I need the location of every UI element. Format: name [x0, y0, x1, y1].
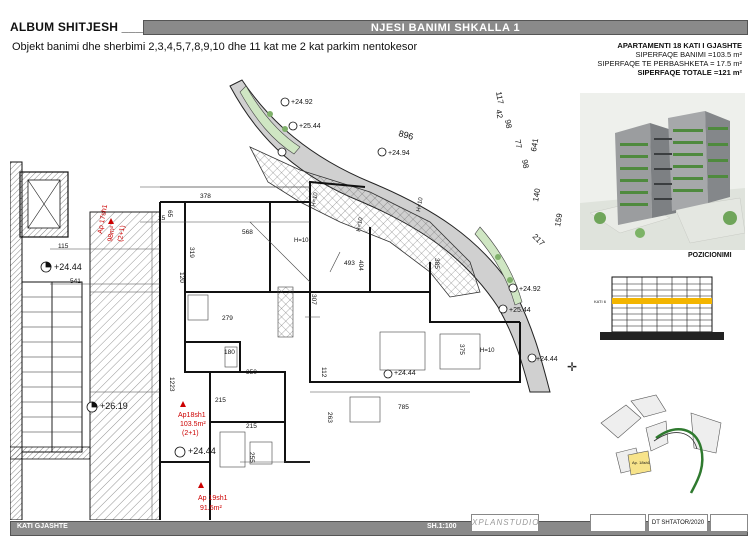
ap19-area: 91.5m² [200, 505, 222, 512]
level-10: +24.44 [188, 446, 216, 456]
road-num-1: 117 [494, 91, 505, 106]
ap18-area: 103.5m² [180, 421, 206, 428]
corridor-hatch [89, 211, 161, 520]
dim-568: 568 [242, 229, 253, 236]
level-9: +24.44 [394, 370, 416, 377]
dim-493: 493 [344, 260, 355, 267]
road-numbers: 117 42 98 77 98 [494, 91, 531, 170]
dim-120: 120 [178, 272, 185, 283]
floor-plan: Ap 17sh1 98m² (2+1) Ap18sh1 103.5m² (2+1… [10, 79, 564, 520]
dim-385: 385 [433, 258, 440, 269]
level-7: +24.92 [519, 286, 541, 293]
dim-307: 307 [310, 294, 317, 305]
dim-215a: 215 [215, 397, 226, 404]
ap19-name: Ap 19sh1 [198, 495, 228, 502]
dim-140: 140 [531, 187, 542, 202]
road-num-3: 98 [503, 119, 514, 130]
level-3: +26.19 [100, 401, 128, 411]
level-11: +24.44 [536, 356, 558, 363]
crosshair-icon: ✛ [567, 360, 578, 374]
height-5: H=10 [294, 238, 309, 244]
highlighted-floor [612, 298, 712, 304]
ap18-type: (2+1) [182, 430, 199, 437]
apartment-info: APARTAMENTI 18 KATI I GJASHTE SIPERFAQE … [567, 41, 742, 77]
living-area: SIPERFAQE BANIMI =103.5 m² [635, 50, 743, 59]
dim-785: 785 [398, 404, 409, 411]
level-8: +25.44 [509, 307, 531, 314]
total-area: SIPERFAQE TOTALE =121 m² [637, 68, 742, 77]
shared-area: SIPERFAQE TE PERBASHKETA = 17.5 m² [597, 59, 742, 68]
dim-217: 217 [531, 232, 547, 248]
site-plan: Ap. 18sh1 [600, 394, 722, 494]
dim-180: 180 [224, 349, 235, 356]
dim-15: 15 [158, 215, 166, 222]
height-4: H=10 [480, 348, 495, 354]
subtitle: Objekt banimi dhe sherbimi 2,3,4,5,7,8,9… [12, 41, 418, 53]
footer-floor-label: KATI GJASHTE [17, 523, 68, 530]
dim-350: 350 [246, 369, 257, 376]
studio-logo: XPLANSTUDIO [471, 514, 539, 532]
dim-896: 896 [397, 128, 414, 142]
section-level-label: KATI 6 [594, 299, 607, 304]
dim-115: 115 [58, 243, 69, 250]
footer-date: DT SHTATOR/2020 [648, 514, 708, 532]
dim-255: 255 [248, 452, 255, 463]
footer-signature-box [710, 514, 748, 532]
dim-279: 279 [222, 315, 233, 322]
dim-375: 375 [458, 344, 465, 355]
level-1: +24.44 [54, 262, 82, 272]
building-render-image [580, 93, 745, 250]
dim-215b: 215 [246, 423, 257, 430]
dim-404: 404 [357, 260, 364, 271]
dim-541: 541 [70, 278, 81, 285]
dim-1223: 1223 [168, 377, 175, 392]
left-shaft [10, 161, 23, 520]
dim-159: 159 [553, 212, 564, 227]
apartment-walls [159, 180, 521, 520]
level-4: +24.92 [291, 99, 313, 106]
album-title: ALBUM SHITJESH ____ [10, 20, 150, 34]
level-5: +25.44 [299, 123, 321, 130]
dim-378: 378 [200, 193, 211, 200]
footer-scale-label: SH.1:100 [427, 523, 457, 530]
unit-title-bar: NJESI BANIMI SHKALLA 1 [143, 20, 748, 35]
dim-641: 641 [529, 137, 540, 152]
dim-319: 319 [188, 247, 195, 258]
road-num-5: 98 [520, 159, 531, 170]
road-num-2: 42 [494, 109, 505, 120]
pozicionimi-label: POZICIONIMI [688, 252, 732, 259]
dim-112: 112 [320, 367, 327, 378]
section-diagram: KATI 6 [594, 276, 724, 340]
site-unit-label: Ap. 18sh1 [632, 460, 651, 465]
dim-263: 263 [326, 412, 333, 423]
level-6: +24.94 [388, 150, 410, 157]
apartment-name: APARTAMENTI 18 KATI I GJASHTE [617, 41, 742, 50]
footer-info-box [590, 514, 646, 532]
ap18-name: Ap18sh1 [178, 412, 206, 419]
road-num-4: 77 [513, 139, 524, 150]
dim-65: 65 [166, 210, 173, 218]
stairs [21, 281, 83, 453]
